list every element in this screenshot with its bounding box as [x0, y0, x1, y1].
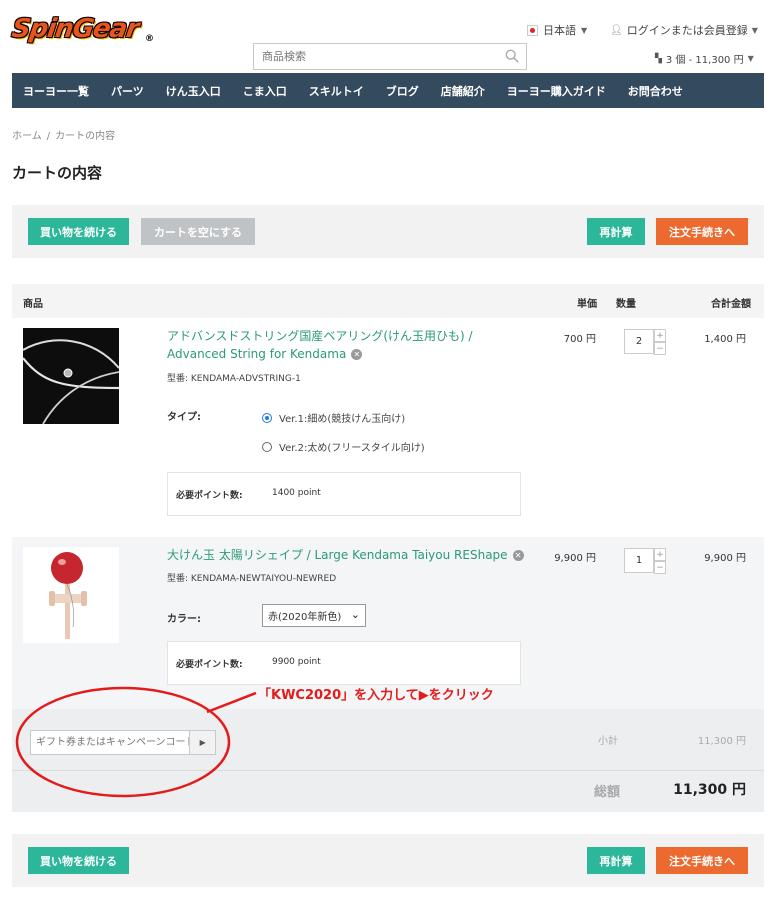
- color-select[interactable]: 赤(2020年新色) ⌄: [262, 604, 366, 627]
- line-total: 9,900 円: [704, 553, 746, 564]
- login-link[interactable]: 👤︎ ログインまたは会員登録 ▼: [610, 22, 758, 38]
- radio-selected-icon[interactable]: [262, 412, 272, 423]
- cart-table-header: 商品 単価 数量 合計金額: [12, 284, 764, 318]
- chevron-down-icon: ⌄: [350, 608, 360, 621]
- search-box: [253, 43, 527, 70]
- product-name-line2: Advanced String for Kendama: [167, 347, 347, 361]
- points-box: 必要ポイント数: 9900 point: [167, 641, 521, 685]
- points-box: 必要ポイント数: 1400 point: [167, 472, 521, 516]
- search-icon[interactable]: [505, 49, 519, 63]
- unit-price: 9,900 円: [554, 553, 596, 564]
- subtotal-label: 小計: [598, 736, 618, 747]
- user-icon: 👤︎: [610, 24, 623, 36]
- nav-item-skill-toys[interactable]: スキルトイ: [298, 83, 375, 99]
- coupon-box: ▶: [30, 730, 216, 755]
- coupon-apply-button[interactable]: ▶: [189, 731, 215, 754]
- spingear-logo[interactable]: SpinGear ®: [9, 14, 154, 48]
- remove-item-icon[interactable]: ✕: [512, 550, 524, 561]
- header-product: 商品: [23, 299, 43, 310]
- breadcrumb-current: カートの内容: [55, 131, 116, 142]
- caret-down-icon: ▼: [747, 54, 754, 63]
- nav-item-kendama[interactable]: けん玉入口: [155, 83, 232, 99]
- language-label: 日本語: [543, 24, 576, 37]
- recalculate-button[interactable]: 再計算: [587, 218, 645, 245]
- unit-price: 700 円: [563, 334, 596, 345]
- option-label: カラー:: [167, 614, 201, 625]
- top-action-bar: 買い物を続ける カートを空にする 再計算 注文手続きへ: [12, 205, 764, 258]
- continue-shopping-button[interactable]: 買い物を続ける: [28, 847, 129, 874]
- product-name[interactable]: 大けん玉 太陽リシェイプ / Large Kendama Taiyou RESh…: [167, 546, 524, 564]
- total-label: 総額: [594, 785, 621, 800]
- continue-shopping-button[interactable]: 買い物を続ける: [28, 218, 129, 245]
- logo-text: SpinGear: [9, 14, 141, 44]
- nav-item-contact[interactable]: お問合わせ: [617, 83, 694, 99]
- header-cart[interactable]: ▚ 3 個 - 11,300 円 ▼: [655, 51, 754, 67]
- quantity-decrement-button[interactable]: −: [654, 561, 666, 574]
- points-label: 必要ポイント数:: [176, 660, 243, 670]
- cart-icon: ▚: [655, 53, 662, 64]
- registered-mark: ®: [145, 34, 154, 44]
- product-sku: 型番: KENDAMA-ADVSTRING-1: [167, 374, 301, 384]
- checkout-button[interactable]: 注文手続きへ: [656, 847, 748, 874]
- nav-item-parts[interactable]: パーツ: [100, 83, 155, 99]
- nav-item-store[interactable]: 店舗紹介: [430, 83, 496, 99]
- option-radio[interactable]: Ver.1:細め(競技けん玉向け): [262, 410, 405, 425]
- empty-cart-button[interactable]: カートを空にする: [141, 218, 255, 245]
- product-name[interactable]: アドバンスドストリング国産ベアリング(けん玉用ひも) / Advanced St…: [167, 327, 473, 363]
- product-name-line1: アドバンスドストリング国産ベアリング(けん玉用ひも) /: [167, 329, 473, 343]
- checkout-button[interactable]: 注文手続きへ: [656, 218, 748, 245]
- login-label: ログインまたは会員登録: [626, 24, 748, 37]
- japan-flag-icon: [527, 24, 538, 36]
- caret-down-icon: ▼: [581, 25, 588, 35]
- line-total: 1,400 円: [704, 334, 746, 345]
- bottom-action-bar: 買い物を続ける 再計算 注文手続きへ: [12, 834, 764, 887]
- main-nav: ヨーヨー一覧 パーツ けん玉入口 こま入口 スキルトイ ブログ 店舗紹介 ヨーヨ…: [12, 73, 764, 108]
- quantity-decrement-button[interactable]: −: [654, 342, 666, 355]
- page-title: カートの内容: [12, 164, 103, 182]
- breadcrumb-separator: /: [46, 131, 51, 142]
- recalculate-button[interactable]: 再計算: [587, 847, 645, 874]
- language-selector[interactable]: 日本語 ▼: [527, 22, 587, 38]
- coupon-code-input[interactable]: [31, 731, 190, 754]
- option-label-text: Ver.2:太め(フリースタイル向け): [279, 443, 425, 454]
- quantity-input[interactable]: 1: [624, 548, 654, 573]
- header-unit-price: 単価: [577, 299, 597, 310]
- header-total: 合計金額: [711, 299, 751, 310]
- quantity-input[interactable]: 2: [624, 329, 654, 354]
- cart-row: アドバンスドストリング国産ベアリング(けん玉用ひも) / Advanced St…: [12, 318, 764, 537]
- points-value: 1400 point: [272, 488, 321, 498]
- points-label: 必要ポイント数:: [176, 491, 243, 501]
- product-image-string[interactable]: [23, 328, 119, 424]
- nav-item-koma[interactable]: こま入口: [232, 83, 298, 99]
- quantity-increment-button[interactable]: +: [654, 329, 666, 342]
- product-sku: 型番: KENDAMA-NEWTAIYOU-NEWRED: [167, 574, 337, 584]
- nav-item-blog[interactable]: ブログ: [375, 83, 430, 99]
- total-value: 11,300 円: [673, 782, 746, 798]
- option-label: タイプ:: [167, 412, 201, 423]
- cart-summary: 3 個 - 11,300 円: [665, 55, 744, 66]
- nav-item-yoyo-list[interactable]: ヨーヨー一覧: [12, 83, 100, 99]
- breadcrumb-home[interactable]: ホーム: [12, 131, 42, 142]
- quantity-increment-button[interactable]: +: [654, 548, 666, 561]
- radio-unselected-icon[interactable]: [262, 441, 272, 452]
- option-label-text: Ver.1:細め(競技けん玉向け): [279, 414, 406, 425]
- search-input[interactable]: [254, 44, 494, 69]
- summary-area: ▶ 小計 11,300 円 総額 11,300 円: [12, 709, 764, 812]
- product-image-kendama[interactable]: [23, 547, 119, 643]
- remove-item-icon[interactable]: ✕: [351, 349, 363, 360]
- option-radio[interactable]: Ver.2:太め(フリースタイル向け): [262, 439, 425, 454]
- annotation-text: 「KWC2020」を入力して▶をクリック: [258, 688, 494, 703]
- product-name-text: 大けん玉 太陽リシェイプ / Large Kendama Taiyou RESh…: [167, 548, 508, 562]
- points-value: 9900 point: [272, 657, 321, 667]
- breadcrumb: ホーム / カートの内容: [12, 127, 115, 142]
- caret-down-icon: ▼: [751, 25, 758, 35]
- play-arrow-icon: ▶: [199, 738, 206, 747]
- nav-item-buying-guide[interactable]: ヨーヨー購入ガイド: [496, 83, 617, 99]
- summary-divider: [12, 770, 764, 771]
- color-select-value: 赤(2020年新色): [268, 612, 342, 623]
- header-quantity: 数量: [616, 299, 636, 310]
- subtotal-value: 11,300 円: [697, 736, 746, 747]
